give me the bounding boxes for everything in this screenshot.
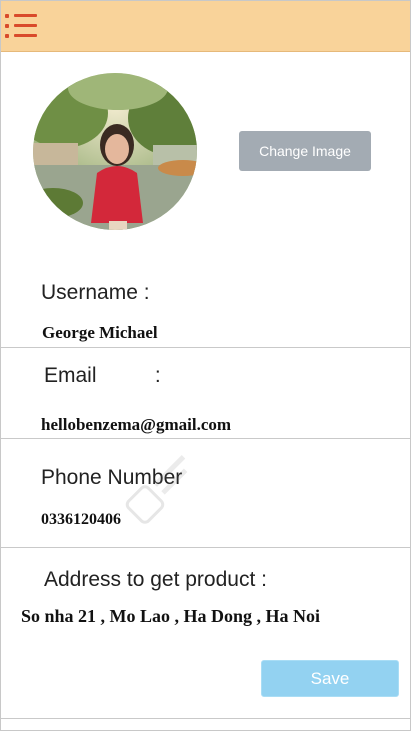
address-label: Address to get product : [44, 568, 267, 591]
address-value[interactable]: So nha 21 , Mo Lao , Ha Dong , Ha Noi [21, 606, 320, 627]
profile-screen: Change Image Username : George Michael E… [0, 0, 411, 731]
divider [1, 438, 410, 439]
divider [1, 547, 410, 548]
phone-label: Phone Number [41, 466, 183, 489]
email-label: Email : [44, 364, 161, 387]
username-value[interactable]: George Michael [42, 323, 158, 343]
divider [1, 347, 410, 348]
email-value[interactable]: hellobenzema@gmail.com [41, 415, 231, 435]
save-button[interactable]: Save [261, 660, 399, 697]
username-label: Username : [41, 281, 150, 304]
menu-list-icon[interactable] [5, 14, 39, 44]
avatar-photo [33, 73, 197, 230]
change-image-button[interactable]: Change Image [239, 131, 371, 171]
divider [1, 718, 410, 719]
phone-value[interactable]: 0336120406 [41, 511, 121, 529]
watermark-logo [125, 455, 188, 524]
profile-avatar [33, 73, 197, 230]
top-bar [1, 1, 410, 52]
